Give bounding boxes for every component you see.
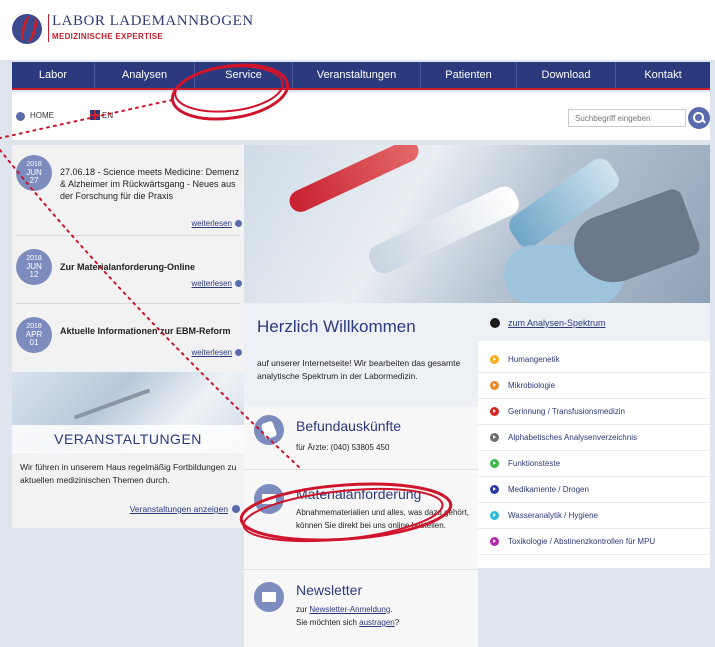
spectrum-item-label[interactable]: Gerinnung / Transfusionsmedizin xyxy=(508,407,625,416)
envelope-icon xyxy=(254,484,284,514)
spectrum-item[interactable]: Toxikologie / Abstinenzkontrollen für MP… xyxy=(478,529,710,555)
news-text[interactable]: Aktuelle Informationen zur EBM-Reform xyxy=(60,325,240,337)
spectrum-item-label[interactable]: Mikrobiologie xyxy=(508,381,555,390)
divider xyxy=(16,235,240,236)
page: LABOR LADEMANNBOGEN MEDIZINISCHE EXPERTI… xyxy=(0,0,715,647)
newsletter-signup-link[interactable]: Newsletter-Anmeldung xyxy=(309,605,390,614)
welcome-box: Herzlich Willkommen auf unserer Internet… xyxy=(244,303,478,407)
nav-item-service[interactable]: Service xyxy=(195,62,293,88)
text: . xyxy=(390,605,393,614)
arrow-right-icon xyxy=(490,355,499,364)
home-link[interactable]: HOME xyxy=(30,111,54,120)
events-link[interactable]: Veranstaltungen anzeigen xyxy=(130,504,228,514)
arrow-right-icon xyxy=(490,433,499,442)
arrow-right-icon[interactable] xyxy=(235,349,242,356)
logo-divider xyxy=(48,14,49,42)
spectrum-item[interactable]: Wasseranalytik / Hygiene xyxy=(478,503,710,529)
search-icon[interactable] xyxy=(688,107,710,129)
welcome-text: auf unserer Internetseite! Wir bearbeite… xyxy=(257,358,461,381)
service-text: zur Newsletter-Anmeldung. Sie möchten si… xyxy=(296,603,476,629)
arrow-right-icon[interactable] xyxy=(235,220,242,227)
date-badge: 2018 JUN 27 xyxy=(16,155,52,191)
news-text[interactable]: Zur Materialanforderung-Online xyxy=(60,261,240,273)
news-item: 2018 JUN 27 27.06.18 - Science meets Med… xyxy=(12,155,244,228)
spectrum-item-label[interactable]: Wasseranalytik / Hygiene xyxy=(508,511,598,520)
main-nav: Labor Analysen Service Veranstaltungen Patie… xyxy=(12,62,710,90)
services-column: Befundauskünfte für Ärzte: (040) 53805 4… xyxy=(244,407,478,647)
divider xyxy=(16,303,240,304)
arrow-right-icon xyxy=(490,485,499,494)
events-title[interactable]: VERANSTALTUNGEN xyxy=(12,425,244,453)
language-link[interactable]: EN xyxy=(102,111,113,120)
nav-item-patienten[interactable]: Patienten xyxy=(421,62,517,88)
date-day: 01 xyxy=(29,338,39,347)
service-text: für Ärzte: (040) 53805 450 xyxy=(296,443,390,452)
spectrum-item-label[interactable]: Funktionsteste xyxy=(508,459,560,468)
date-badge: 2018 JUN 12 xyxy=(16,249,52,285)
arrow-right-icon[interactable] xyxy=(490,318,500,328)
nav-item-download[interactable]: Download xyxy=(517,62,616,88)
unsubscribe-link[interactable]: austragen xyxy=(359,618,395,627)
spectrum-item-label[interactable]: Humangenetik xyxy=(508,355,560,364)
nav-item-analysen[interactable]: Analysen xyxy=(95,62,195,88)
breadcrumb: HOME EN xyxy=(12,92,710,140)
arrow-right-icon xyxy=(490,511,499,520)
site-header: LABOR LADEMANNBOGEN MEDIZINISCHE EXPERTI… xyxy=(0,0,715,60)
arrow-right-icon[interactable] xyxy=(232,505,240,513)
arrow-right-icon xyxy=(490,459,499,468)
site-title[interactable]: LABOR LADEMANNBOGEN xyxy=(52,13,254,30)
arrow-right-icon[interactable] xyxy=(235,280,242,287)
date-badge: 2018 APR 01 xyxy=(16,317,52,353)
date-day: 12 xyxy=(29,270,39,279)
spectrum-header[interactable]: zum Analysen-Spektrum xyxy=(478,303,710,341)
news-item: 2018 APR 01 Aktuelle Informationen zur E… xyxy=(12,317,244,367)
spectrum-link[interactable]: zum Analysen-Spektrum xyxy=(508,318,606,328)
logo-icon[interactable] xyxy=(12,14,42,44)
divider xyxy=(244,469,478,470)
site-subtitle: MEDIZINISCHE EXPERTISE xyxy=(52,32,164,41)
spectrum-item-label[interactable]: Toxikologie / Abstinenzkontrollen für MP… xyxy=(508,537,655,546)
text: zur xyxy=(296,605,310,614)
home-arrow-icon[interactable] xyxy=(16,112,25,121)
spectrum-item-label[interactable]: Alphabetisches Analysenverzeichnis xyxy=(508,433,637,442)
nav-item-kontakt[interactable]: Kontakt xyxy=(616,62,710,88)
arrow-right-icon xyxy=(490,407,499,416)
news-column: 2018 JUN 27 27.06.18 - Science meets Med… xyxy=(12,145,244,528)
arrow-right-icon xyxy=(490,537,499,546)
service-title[interactable]: Befundauskünfte xyxy=(296,418,401,434)
read-more-link[interactable]: weiterlesen xyxy=(192,348,232,357)
text: Sie möchten sich xyxy=(296,618,360,627)
pen-image xyxy=(73,388,151,420)
service-title[interactable]: Materialanforderung xyxy=(296,486,421,502)
service-title[interactable]: Newsletter xyxy=(296,582,362,598)
events-text: Wir führen in unserem Haus regelmäßig Fo… xyxy=(20,462,237,485)
phone-icon xyxy=(254,415,284,445)
spectrum-item[interactable]: Gerinnung / Transfusionsmedizin xyxy=(478,399,710,425)
news-text[interactable]: 27.06.18 - Science meets Medicine: Demen… xyxy=(60,166,240,202)
spectrum-item[interactable]: Medikamente / Drogen xyxy=(478,477,710,503)
test-tube-image xyxy=(285,145,423,216)
read-more-link[interactable]: weiterlesen xyxy=(192,219,232,228)
nav-item-veranstaltungen[interactable]: Veranstaltungen xyxy=(293,62,421,88)
spectrum-item[interactable]: Mikrobiologie xyxy=(478,373,710,399)
spectrum-item-label[interactable]: Medikamente / Drogen xyxy=(508,485,589,494)
hero-image xyxy=(244,145,710,303)
news-item: 2018 JUN 12 Zur Materialanforderung-Onli… xyxy=(12,249,244,299)
spectrum-item[interactable]: Funktionsteste xyxy=(478,451,710,477)
divider xyxy=(244,569,478,570)
search-input[interactable] xyxy=(568,109,686,127)
read-more-link[interactable]: weiterlesen xyxy=(192,279,232,288)
spectrum-list: zum Analysen-Spektrum Humangenetik Mikrob… xyxy=(478,303,710,568)
envelope-icon xyxy=(254,582,284,612)
arrow-right-icon xyxy=(490,381,499,390)
service-text: Abnahmematerialien und alles, was dazu g… xyxy=(296,508,469,530)
date-day: 27 xyxy=(29,176,39,185)
welcome-title: Herzlich Willkommen xyxy=(257,317,416,336)
test-tube-image xyxy=(365,182,523,278)
text: ? xyxy=(394,618,400,627)
nav-item-labor[interactable]: Labor xyxy=(12,62,95,88)
spectrum-item[interactable]: Alphabetisches Analysenverzeichnis xyxy=(478,425,710,451)
spectrum-item[interactable]: Humangenetik xyxy=(478,347,710,373)
